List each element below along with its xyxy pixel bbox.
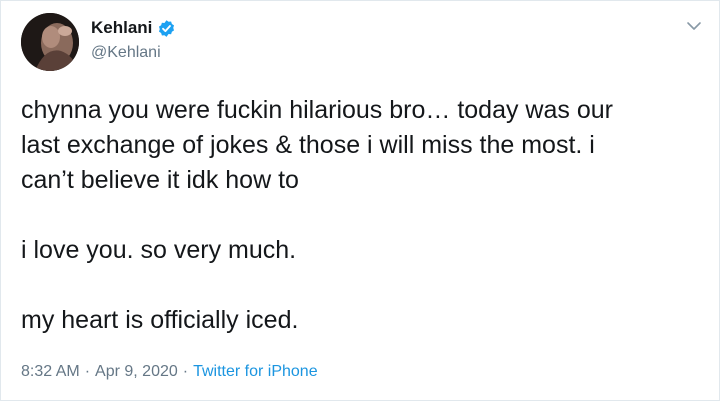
chevron-down-icon[interactable] <box>685 17 703 35</box>
author-display-name[interactable]: Kehlani <box>91 18 152 38</box>
meta-separator: · <box>84 363 91 380</box>
tweet-line: can’t believe it idk how to <box>21 166 299 194</box>
tweet-line: my heart is officially iced. <box>21 306 299 334</box>
tweet-text: chynna you were fuckin hilarious bro… to… <box>21 93 701 338</box>
tweet-meta: 8:32 AM · Apr 9, 2020 · Twitter for iPho… <box>21 363 318 381</box>
author-handle[interactable]: @Kehlani <box>91 44 161 62</box>
tweet-date[interactable]: Apr 9, 2020 <box>95 363 178 381</box>
author-name-row[interactable]: Kehlani <box>91 18 176 38</box>
verified-badge-icon <box>157 19 176 38</box>
tweet-time[interactable]: 8:32 AM <box>21 363 80 381</box>
meta-separator: · <box>182 363 189 380</box>
tweet-line: i love you. so very much. <box>21 236 297 264</box>
tweet-card: Kehlani @Kehlani chynna you were fuckin … <box>0 0 720 401</box>
tweet-source-link[interactable]: Twitter for iPhone <box>193 363 318 381</box>
tweet-line: chynna you were fuckin hilarious bro… to… <box>21 96 613 124</box>
avatar-photo <box>21 13 79 71</box>
tweet-line: last exchange of jokes & those i will mi… <box>21 131 595 159</box>
avatar[interactable] <box>21 13 79 71</box>
